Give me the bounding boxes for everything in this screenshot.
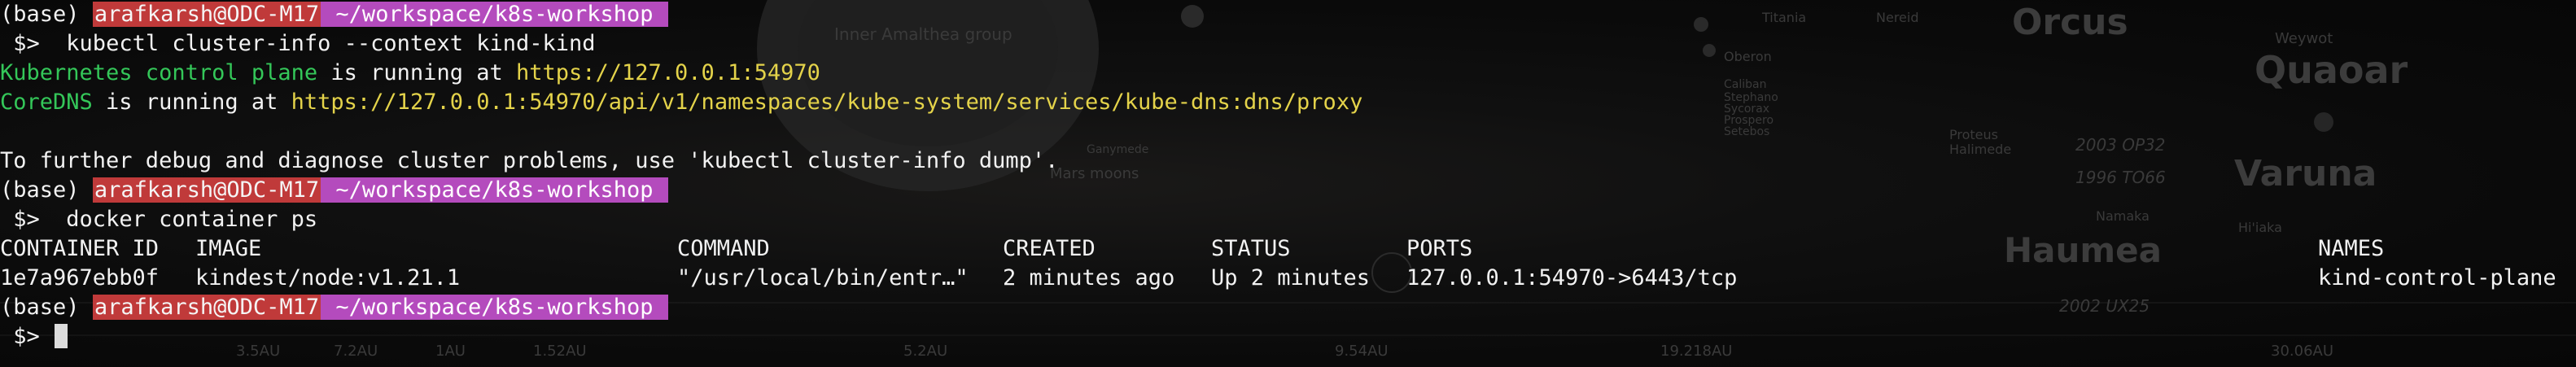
control-plane-label: Kubernetes control plane bbox=[0, 60, 318, 85]
conda-env: (base) bbox=[0, 295, 80, 320]
cell-command: "/usr/local/bin/entr…" bbox=[677, 265, 969, 291]
header-status: STATUS bbox=[1211, 236, 1291, 261]
control-plane-url: https://127.0.0.1:54970 bbox=[515, 60, 820, 85]
running-text: is running at bbox=[92, 90, 291, 115]
path-text: ~/workspace/k8s-workshop bbox=[335, 295, 654, 320]
conda-env: (base) bbox=[0, 2, 80, 27]
cell-status: Up 2 minutes bbox=[1211, 265, 1371, 291]
prompt-symbol: $> bbox=[13, 31, 40, 56]
prompt-symbol: $> bbox=[13, 324, 40, 349]
header-ports: PORTS bbox=[1406, 236, 1473, 261]
header-created: CREATED bbox=[1003, 236, 1096, 261]
coredns-url: https://127.0.0.1:54970/api/v1/namespace… bbox=[291, 90, 1363, 115]
cell-names: kind-control-plane bbox=[2318, 265, 2556, 291]
table-row: 1e7a967ebb0f kindest/node:v1.21.1 "/usr/… bbox=[0, 264, 2576, 293]
conda-env: (base) bbox=[0, 177, 80, 203]
command-line: $> kubectl cluster-info --context kind-k… bbox=[0, 29, 2576, 59]
terminal-window[interactable]: Inner Amalthea group Titania Oberon Cali… bbox=[0, 0, 2576, 367]
prompt-line: (base) arafkarsh@ODC-M17 ~/workspace/k8s… bbox=[0, 293, 2576, 322]
cell-image: kindest/node:v1.21.1 bbox=[195, 265, 461, 291]
path-segment: ~/workspace/k8s-workshop bbox=[321, 177, 668, 203]
command-line[interactable]: $> bbox=[0, 322, 2576, 352]
cell-container-id: 1e7a967ebb0f bbox=[0, 265, 160, 291]
prompt-line: (base) arafkarsh@ODC-M17 ~/workspace/k8s… bbox=[0, 176, 2576, 205]
prompt-symbol: $> bbox=[13, 207, 40, 232]
path-text: ~/workspace/k8s-workshop bbox=[335, 177, 654, 203]
user-host-segment: arafkarsh@ODC-M17 bbox=[92, 177, 321, 203]
prompt-line: (base) arafkarsh@ODC-M17 ~/workspace/k8s… bbox=[0, 0, 2576, 29]
table-header: CONTAINER ID IMAGE COMMAND CREATED STATU… bbox=[0, 234, 2576, 264]
output-line: Kubernetes control plane is running at h… bbox=[0, 59, 2576, 88]
terminal-output[interactable]: (base) arafkarsh@ODC-M17 ~/workspace/k8s… bbox=[0, 0, 2576, 352]
command-line: $> docker container ps bbox=[0, 205, 2576, 234]
text-cursor[interactable] bbox=[55, 324, 68, 348]
header-image: IMAGE bbox=[195, 236, 262, 261]
user-host-segment: arafkarsh@ODC-M17 bbox=[92, 295, 321, 320]
debug-hint: To further debug and diagnose cluster pr… bbox=[0, 148, 1059, 173]
path-segment: ~/workspace/k8s-workshop bbox=[321, 295, 668, 320]
command-text: kubectl cluster-info --context kind-kind bbox=[66, 31, 596, 56]
cell-created: 2 minutes ago bbox=[1003, 265, 1175, 291]
coredns-label: CoreDNS bbox=[0, 90, 93, 115]
header-names: NAMES bbox=[2318, 236, 2385, 261]
path-segment: ~/workspace/k8s-workshop bbox=[321, 2, 668, 27]
running-text: is running at bbox=[317, 60, 516, 85]
header-container-id: CONTAINER ID bbox=[0, 236, 160, 261]
command-text: docker container ps bbox=[66, 207, 318, 232]
user-host-segment: arafkarsh@ODC-M17 bbox=[92, 2, 321, 27]
header-command: COMMAND bbox=[677, 236, 770, 261]
path-text: ~/workspace/k8s-workshop bbox=[335, 2, 654, 27]
output-line: CoreDNS is running at https://127.0.0.1:… bbox=[0, 88, 2576, 117]
cell-ports: 127.0.0.1:54970->6443/tcp bbox=[1406, 265, 1738, 291]
output-line: To further debug and diagnose cluster pr… bbox=[0, 146, 2576, 176]
